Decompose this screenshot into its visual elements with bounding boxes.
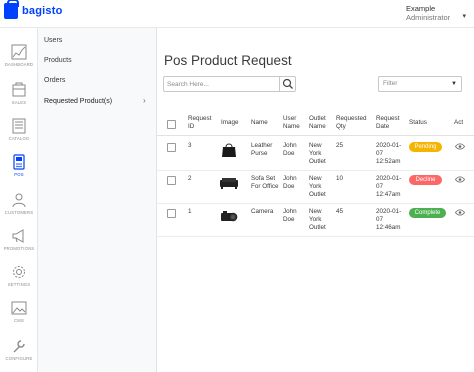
status-badge: Pending (409, 142, 442, 152)
cell-name: Leather Purse (251, 142, 273, 157)
filter-select[interactable]: Filter ▼ (378, 76, 462, 92)
nav-item-sales[interactable]: SALES (0, 78, 38, 114)
submenu-item-products[interactable]: Products (44, 57, 72, 64)
brand-logo[interactable]: bagisto (4, 0, 63, 19)
handbag-thumbnail (222, 143, 236, 157)
col-actions: Act (454, 119, 464, 126)
table-row[interactable]: 3 Leather Purse John Doe New York Outlet… (157, 139, 474, 171)
cell-user: John Doe (283, 208, 297, 223)
col-user-name[interactable]: User Name (283, 115, 305, 131)
table-row[interactable]: 1 Camera John Doe New York Outlet 45 202… (157, 205, 474, 237)
nav-label: CONFIGURE (5, 356, 33, 361)
bag-logo-icon (4, 0, 19, 19)
cell-date: 2020-01-07 12:46am (376, 208, 402, 231)
nav-item-cms[interactable]: CMS (0, 296, 38, 332)
chevron-right-icon: › (143, 96, 146, 105)
eye-icon[interactable] (455, 143, 465, 150)
nav-item-pos[interactable]: POS (0, 150, 38, 186)
logo-text: bagisto (22, 5, 63, 17)
col-image: Image (221, 119, 239, 126)
nav-item-catalog[interactable]: CATALOG (0, 114, 38, 150)
camera-thumbnail (221, 211, 238, 222)
submenu-item-requested-products[interactable]: Requested Product(s) (44, 98, 112, 105)
pos-icon (13, 154, 25, 170)
cell-outlet: New York Outlet (309, 175, 326, 198)
cell-date: 2020-01-07 12:52am (376, 142, 402, 165)
search-icon (282, 78, 293, 89)
col-request-id[interactable]: Request ID (188, 115, 212, 131)
status-badge: Complete (409, 208, 446, 218)
col-name[interactable]: Name (251, 119, 268, 127)
cell-name: Camera (251, 208, 274, 215)
nav-label: POS (14, 172, 24, 177)
sales-icon (12, 82, 26, 97)
user-name: Example (406, 4, 436, 13)
nav-label: CUSTOMERS (4, 210, 34, 215)
select-all-checkbox[interactable] (167, 120, 176, 129)
search-button[interactable] (279, 77, 295, 91)
status-badge: Decline (409, 175, 442, 185)
row-checkbox[interactable] (167, 143, 176, 152)
search-box (163, 76, 296, 92)
cell-date: 2020-01-07 12:47am (376, 175, 402, 198)
nav-label: CMS (14, 318, 24, 323)
gear-icon (13, 266, 25, 278)
submenu-item-orders[interactable]: Orders (44, 77, 65, 84)
chevron-down-icon[interactable]: ▾ (462, 12, 466, 20)
cell-outlet: New York Outlet (309, 142, 326, 165)
nav-item-customers[interactable]: CUSTOMERS (0, 188, 38, 224)
col-request-date[interactable]: Request Date (376, 115, 402, 131)
cell-request-id: 2 (188, 175, 192, 182)
cell-outlet: New York Outlet (309, 208, 326, 231)
megaphone-icon (12, 229, 24, 243)
nav-item-promotions[interactable]: PROMOTIONS (0, 224, 38, 260)
wrench-icon (13, 340, 25, 353)
nav-item-configure[interactable]: CONFIGURE (0, 334, 38, 370)
cell-user: John Doe (283, 175, 297, 190)
sofa-thumbnail (220, 178, 238, 189)
filter-placeholder: Filter (383, 80, 398, 87)
eye-icon[interactable] (455, 209, 465, 216)
col-status[interactable]: Status (409, 119, 427, 127)
dashboard-icon (11, 44, 27, 60)
table-row[interactable]: 2 Sofa Set For Office John Doe New York … (157, 172, 474, 204)
caret-down-icon: ▼ (451, 81, 457, 87)
user-role: Administrator (406, 13, 451, 22)
user-menu[interactable]: Example Administrator ▾ (406, 4, 466, 22)
col-requested-qty[interactable]: Requested Qty (336, 115, 376, 131)
search-input[interactable] (164, 77, 279, 91)
image-icon (11, 301, 27, 315)
submenu-item-users[interactable]: Users (44, 37, 62, 44)
nav-label: SETTINGS (7, 282, 31, 287)
cell-qty: 45 (336, 208, 344, 215)
cell-request-id: 3 (188, 142, 192, 149)
cell-request-id: 1 (188, 208, 192, 215)
nav-item-settings[interactable]: SETTINGS (0, 260, 38, 296)
catalog-icon (12, 118, 26, 134)
nav-label: PROMOTIONS (3, 246, 35, 251)
main-content: Pos Product Request Filter ▼ Request ID … (157, 28, 474, 372)
nav-label: SALES (11, 100, 27, 105)
cell-user: John Doe (283, 142, 297, 157)
cell-name: Sofa Set For Office (251, 175, 279, 190)
main-nav: DASHBOARD SALES CATALOG POS CUSTOMERS PR… (0, 28, 38, 372)
table-header: Request ID Image Name User Name Outlet N… (157, 112, 474, 136)
eye-icon[interactable] (455, 176, 465, 183)
row-checkbox[interactable] (167, 209, 176, 218)
customers-icon (12, 193, 26, 208)
col-outlet-name[interactable]: Outlet Name (309, 115, 335, 131)
nav-item-dashboard[interactable]: DASHBOARD (0, 40, 38, 76)
nav-label: CATALOG (8, 136, 30, 141)
page-title: Pos Product Request (164, 53, 292, 68)
cell-qty: 10 (336, 175, 344, 182)
nav-label: DASHBOARD (4, 62, 34, 67)
top-bar: bagisto Example Administrator ▾ (0, 0, 474, 28)
pos-submenu: Users Products Orders Requested Product(… (38, 28, 157, 372)
row-checkbox[interactable] (167, 176, 176, 185)
cell-qty: 25 (336, 142, 344, 149)
